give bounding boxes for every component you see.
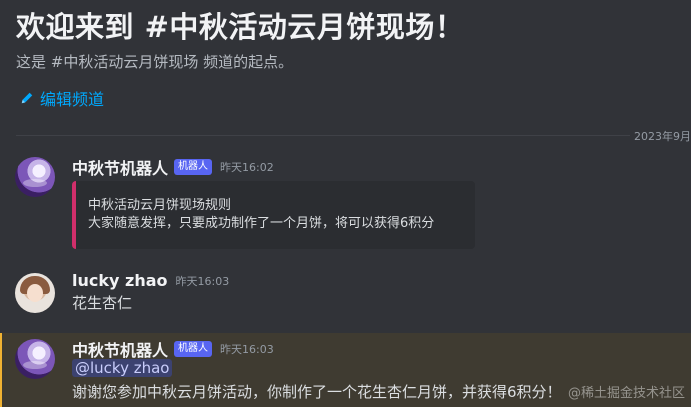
watermark: @稀土掘金技术社区: [567, 386, 685, 401]
message-header: 中秋节机器人 机器人 昨天16:03: [72, 337, 274, 361]
moon-graphic: [23, 179, 47, 187]
author-name[interactable]: lucky zhao: [72, 271, 168, 290]
bot-avatar[interactable]: [15, 157, 55, 197]
user-mention[interactable]: @lucky zhao: [72, 359, 173, 377]
channel-welcome-subtitle: 这是 #中秋活动云月饼现场 频道的起点。: [16, 53, 294, 71]
bot-tag: 机器人: [174, 159, 213, 175]
channel-view: 欢迎来到 #中秋活动云月饼现场！ 这是 #中秋活动云月饼现场 频道的起点。 编辑…: [0, 0, 691, 407]
message-text: 谢谢您参加中秋云月饼活动，你制作了一个花生杏仁月饼，并获得6积分！: [72, 383, 562, 401]
divider-line: [16, 135, 633, 136]
message-header: 中秋节机器人 机器人 昨天16:02: [72, 155, 274, 179]
edit-channel-label: 编辑频道: [40, 90, 105, 109]
author-name[interactable]: 中秋节机器人: [72, 337, 168, 361]
channel-welcome-title: 欢迎来到 #中秋活动云月饼现场！: [16, 10, 465, 44]
message-mention-line: @lucky zhao: [72, 359, 173, 377]
date-divider: 2023年9月: [16, 128, 691, 144]
moon-graphic: [23, 361, 47, 369]
embed-description: 大家随意发挥，只要成功制作了一个月饼，将可以获得6积分: [88, 216, 435, 231]
message-timestamp: 昨天16:03: [175, 274, 230, 288]
bot-tag: 机器人: [174, 341, 213, 357]
message-item: lucky zhao 昨天16:03 花生杏仁: [0, 271, 691, 321]
edit-channel-link[interactable]: 编辑频道: [20, 86, 104, 110]
embed-title: 中秋活动云月饼现场规则: [88, 198, 232, 213]
message-item: 中秋节机器人 机器人 昨天16:02 中秋活动云月饼现场规则 大家随意发挥，只要…: [0, 155, 691, 255]
message-timestamp: 昨天16:03: [220, 343, 274, 356]
avatar-face: [27, 284, 43, 302]
user-avatar[interactable]: [15, 273, 55, 313]
pencil-icon: [21, 92, 33, 104]
message-text: 花生杏仁: [72, 294, 133, 312]
rules-embed: 中秋活动云月饼现场规则 大家随意发挥，只要成功制作了一个月饼，将可以获得6积分: [72, 181, 475, 249]
bot-avatar[interactable]: [15, 339, 55, 379]
message-timestamp: 昨天16:02: [220, 161, 274, 174]
author-name[interactable]: 中秋节机器人: [72, 155, 168, 179]
message-header: lucky zhao 昨天16:03: [72, 271, 229, 290]
divider-date: 2023年9月: [630, 128, 691, 144]
